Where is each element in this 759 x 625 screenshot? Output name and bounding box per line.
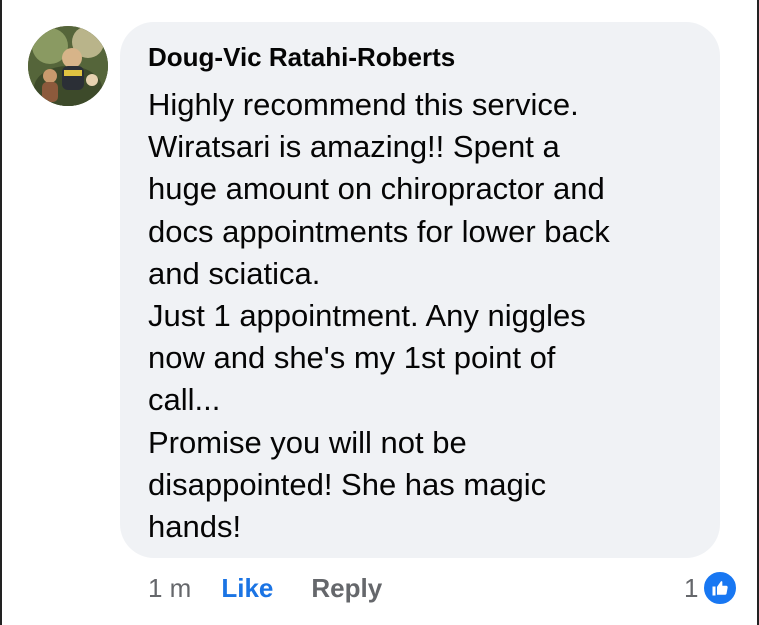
like-button[interactable]: Like [221,573,273,604]
reaction-count: 1 [684,572,699,603]
comment-line: call... [148,382,221,418]
thumbs-up-icon [702,570,739,606]
comment-line: hands! [148,509,242,545]
comment-bubble: Doug-Vic Ratahi-Roberts Highly recommend… [120,22,720,558]
comment-line: docs appointments for lower back [148,213,610,249]
comment-line: Just 1 appointment. Any niggles [148,298,586,334]
comment-frame: Doug-Vic Ratahi-Roberts Highly recommend… [0,0,759,625]
comment-line: huge amount on chiropractor and [148,171,605,207]
comment-timestamp[interactable]: 1 m [148,573,191,604]
comment-body: Highly recommend this service. Wiratsari… [148,84,708,548]
comment-line: Promise you will not be [148,424,467,460]
comment-line: Highly recommend this service. [148,87,579,122]
comment-author-name[interactable]: Doug-Vic Ratahi-Roberts [148,42,455,73]
reaction-summary[interactable]: 1 [684,570,739,606]
comment-line: Wiratsari is amazing!! Spent a [148,129,560,165]
comment-line: now and she's my 1st point of [148,340,556,376]
avatar[interactable] [28,26,108,106]
profile-photo-icon [28,26,108,106]
reply-button[interactable]: Reply [311,573,382,604]
comment-actions: 1 m Like Reply [148,570,420,606]
comment-line: and sciatica. [148,255,321,291]
comment-line: disappointed! She has magic [148,466,547,502]
